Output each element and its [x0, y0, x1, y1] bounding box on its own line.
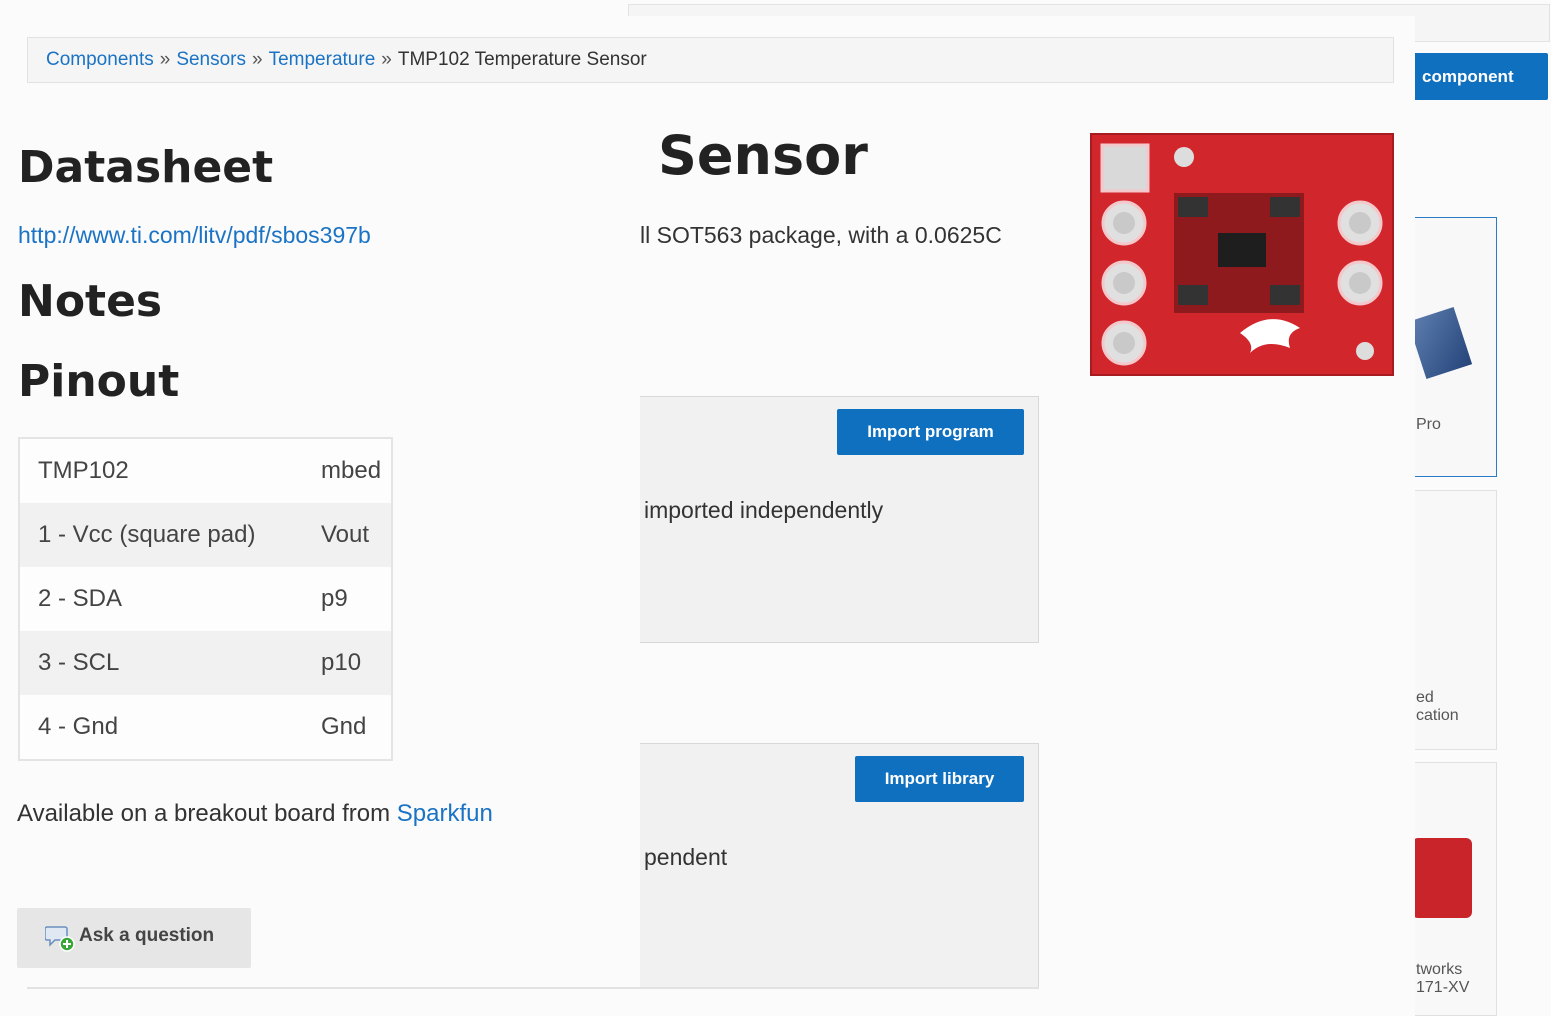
breadcrumb-current: TMP102 Temperature Sensor: [397, 49, 647, 70]
table-row: TMP102 mbed: [19, 438, 392, 503]
card-thumbnail: [1407, 307, 1473, 379]
page-title: Sensor: [658, 124, 868, 187]
table-row: 1 - Vcc (square pad) Vout: [19, 503, 392, 567]
card-caption: tworks 171-XV: [1416, 961, 1470, 996]
availability-note: Available on a breakout board from Spark…: [17, 800, 493, 828]
table-cell: 4 - Gnd: [19, 695, 321, 760]
import-library-panel: Import library pendent: [640, 743, 1039, 989]
breakout-board-image: [1090, 133, 1394, 376]
divider: [27, 987, 1039, 989]
datasheet-heading: Datasheet: [18, 142, 274, 193]
table-row: 2 - SDA p9: [19, 567, 392, 631]
table-cell: 2 - SDA: [19, 567, 321, 631]
related-card[interactable]: Pro: [1405, 217, 1497, 477]
table-cell: TMP102: [19, 438, 321, 503]
table-cell: p9: [321, 567, 392, 631]
breadcrumb-temperature[interactable]: Temperature: [269, 49, 376, 70]
breadcrumb-separator: »: [381, 49, 392, 70]
ask-question-button[interactable]: Ask a question: [17, 908, 251, 968]
component-description: ll SOT563 package, with a 0.0625C: [640, 222, 1002, 248]
add-component-button[interactable]: component: [1400, 53, 1548, 100]
breadcrumb: Components» Sensors» Temperature» TMP102 Te…: [27, 37, 1394, 83]
ask-question-label: Ask a question: [79, 925, 215, 946]
related-card[interactable]: tworks 171-XV: [1405, 762, 1497, 1016]
library-panel-text: pendent: [644, 844, 728, 870]
table-row: 4 - Gnd Gnd: [19, 695, 392, 760]
table-cell: 1 - Vcc (square pad): [19, 503, 321, 567]
breadcrumb-sensors[interactable]: Sensors: [176, 49, 246, 70]
breadcrumb-separator: »: [252, 49, 263, 70]
pinout-heading: Pinout: [18, 356, 180, 407]
breadcrumb-components[interactable]: Components: [46, 49, 154, 70]
table-cell: mbed: [321, 438, 392, 503]
card-caption: Pro: [1416, 416, 1441, 433]
import-program-button[interactable]: Import program: [837, 409, 1024, 455]
card-caption: ed cation: [1416, 689, 1459, 724]
chat-add-icon: [45, 926, 75, 952]
pinout-table: TMP102 mbed 1 - Vcc (square pad) Vout 2 …: [18, 437, 393, 761]
table-cell: p10: [321, 631, 392, 695]
import-program-panel: Import program imported independently: [640, 396, 1039, 643]
table-cell: 3 - SCL: [19, 631, 321, 695]
related-card[interactable]: ed cation: [1405, 490, 1497, 750]
table-cell: Vout: [321, 503, 392, 567]
component-details: Datasheet http://www.ti.com/litv/pdf/sbo…: [0, 130, 640, 1016]
sparkfun-link[interactable]: Sparkfun: [397, 800, 493, 827]
table-row: 3 - SCL p10: [19, 631, 392, 695]
notes-heading: Notes: [18, 276, 163, 327]
breadcrumb-separator: »: [159, 49, 171, 70]
program-panel-text: imported independently: [644, 497, 884, 523]
availability-text: Available on a breakout board from: [17, 800, 391, 827]
table-cell: Gnd: [321, 695, 392, 760]
card-thumbnail: [1412, 838, 1472, 918]
datasheet-link[interactable]: http://www.ti.com/litv/pdf/sbos397b: [18, 222, 371, 249]
import-library-button[interactable]: Import library: [855, 756, 1024, 802]
